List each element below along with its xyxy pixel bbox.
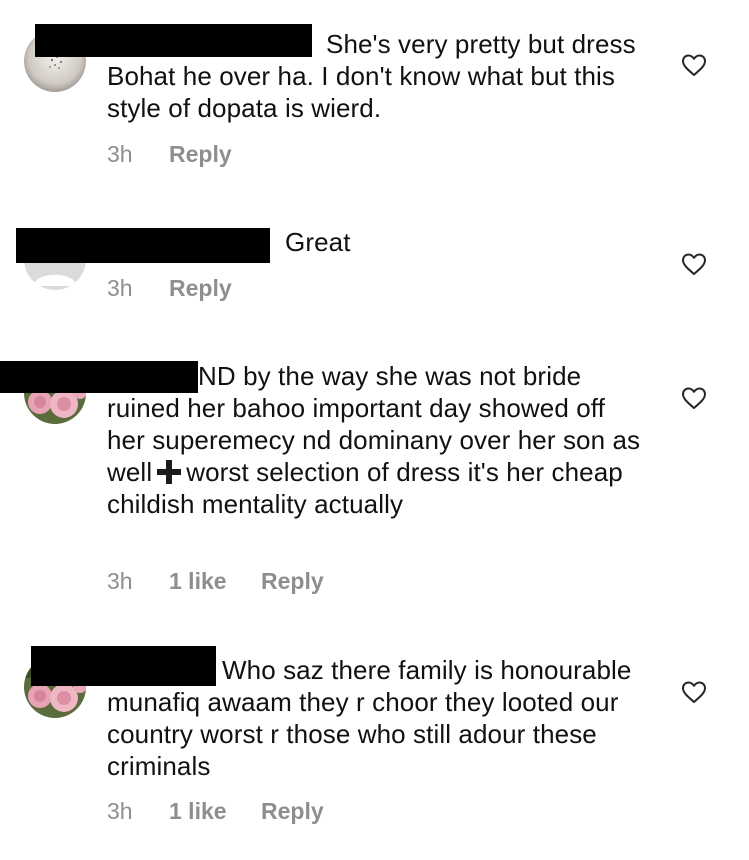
heart-outline-icon[interactable] (681, 680, 707, 704)
timestamp: 3h (107, 275, 133, 301)
comment-text: Who saz there family is honourable munaf… (107, 655, 632, 781)
heart-outline-icon[interactable] (681, 53, 707, 77)
reply-button[interactable]: Reply (169, 141, 232, 168)
comment-meta: 3h Reply (107, 275, 232, 302)
likes-count[interactable]: 1 like (169, 798, 261, 825)
reply-button[interactable]: Reply (169, 275, 232, 302)
heart-outline-icon[interactable] (681, 386, 707, 410)
heart-outline-icon[interactable] (681, 252, 707, 276)
likes-count[interactable]: 1 like (169, 568, 261, 595)
timestamp: 3h (107, 141, 133, 167)
comment-meta: 3h 1 like Reply (107, 798, 324, 825)
reply-button[interactable]: Reply (261, 798, 324, 825)
reply-button[interactable]: Reply (261, 568, 324, 595)
timestamp: 3h (107, 568, 133, 594)
comment-text: ND by the way she was not bride ruined h… (107, 361, 641, 519)
timestamp: 3h (107, 798, 133, 824)
comment-meta: 3h 1 like Reply (107, 568, 324, 595)
comment-meta: 3h Reply (107, 141, 232, 168)
comment-text: She's very pretty but dress Bohat he ove… (107, 29, 636, 123)
heavy-plus-sign-icon (157, 460, 182, 484)
comment-text: Great (285, 227, 351, 257)
